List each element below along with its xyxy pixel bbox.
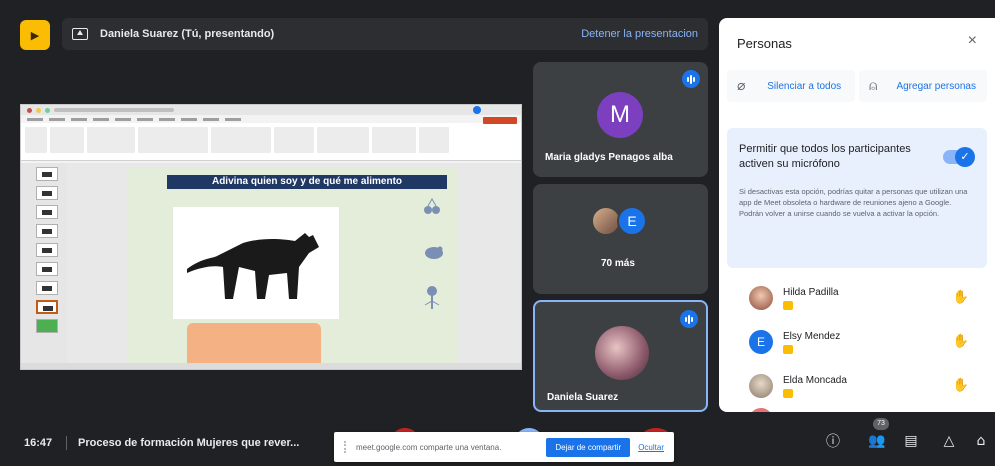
- meet-badge-icon: [783, 344, 793, 354]
- mute-all-label: Silenciar a todos: [767, 80, 842, 92]
- slide-thumbnail: [36, 167, 58, 181]
- activities-icon[interactable]: △: [938, 430, 960, 452]
- hand-icon[interactable]: ✋: [953, 378, 969, 393]
- list-item[interactable]: Elda Moncada ✋: [727, 364, 987, 408]
- ppt-titlebar: [21, 105, 521, 115]
- self-tile[interactable]: Daniela Suarez: [533, 300, 708, 412]
- slide-thumbnail: [36, 281, 58, 295]
- add-people-button[interactable]: ⍝ Agregar personas: [859, 70, 987, 102]
- mouse-icon: [423, 243, 443, 261]
- clock: 16:47: [24, 437, 53, 449]
- hand-icon[interactable]: ✋: [953, 290, 969, 305]
- mic-permission-section: Permitir que todos los participantes act…: [727, 128, 987, 268]
- plant-icon: [423, 285, 441, 309]
- slide-thumbnail: [36, 186, 58, 200]
- more-participants-tile[interactable]: E 70 más: [533, 184, 708, 294]
- avatar: E: [617, 206, 647, 236]
- info-icon[interactable]: ⓘ: [822, 430, 844, 452]
- slide-thumbnail: [36, 224, 58, 238]
- panel-title: Personas: [737, 36, 792, 51]
- chat-icon[interactable]: ▤: [900, 430, 922, 452]
- ppt-statusbar: [21, 363, 521, 369]
- hand-icon[interactable]: ✋: [953, 334, 969, 349]
- divider: [66, 436, 67, 450]
- sound-wave-icon: [680, 310, 698, 328]
- avatar: [749, 408, 773, 412]
- meet-logo-icon: ▶: [20, 20, 50, 50]
- add-people-label: Agregar personas: [896, 80, 976, 92]
- participant-count-badge: 73: [873, 418, 889, 430]
- list-item[interactable]: E Elsy Mendez ✋: [727, 320, 987, 364]
- avatar: [749, 286, 773, 310]
- sound-wave-icon: [682, 70, 700, 88]
- cherry-icon: [423, 197, 441, 215]
- avatar: [595, 326, 649, 380]
- mic-permission-note: Si desactivas esta opción, podrías quita…: [739, 187, 968, 218]
- ppt-share-icon: [483, 117, 517, 124]
- participant-list: Hilda Padilla ✋ E Elsy Mendez ✋ Elda Mon…: [727, 276, 987, 412]
- people-icon[interactable]: 👥: [866, 430, 888, 452]
- participant-name: Maria gladys Penagos alba: [545, 152, 673, 163]
- list-item[interactable]: Hilda Padilla ✋: [727, 276, 987, 320]
- people-panel: Personas × ⌀ Silenciar a todos ⍝ Agregar…: [719, 18, 995, 412]
- answer-box: [187, 323, 321, 363]
- avatar: E: [749, 330, 773, 354]
- presenting-bar: Daniela Suarez (Tú, presentando) Detener…: [62, 18, 708, 50]
- drag-handle-icon[interactable]: [344, 441, 348, 453]
- slide-thumbnail: [36, 205, 58, 219]
- slide-thumbnail-selected: [36, 300, 58, 314]
- mic-off-icon: ⌀: [737, 78, 746, 94]
- avatar: M: [597, 92, 643, 138]
- slide-thumbnail: [36, 262, 58, 276]
- slide-canvas: Adivina quien soy y de qué me alimento: [127, 167, 457, 363]
- ppt-ribbon: [21, 123, 521, 161]
- participant-name: Elsy Mendez: [783, 330, 841, 342]
- lock-icon[interactable]: ⌂: [970, 430, 992, 452]
- share-notice-text: meet.google.com comparte una ventana.: [356, 442, 502, 452]
- present-icon: [72, 28, 88, 40]
- animal-silhouette-image: [173, 207, 339, 319]
- mute-all-button[interactable]: ⌀ Silenciar a todos: [727, 70, 855, 102]
- participant-name: Hilda Padilla: [783, 286, 839, 298]
- meeting-title: Proceso de formación Mujeres que rever..…: [78, 437, 300, 449]
- ppt-tabs: [21, 115, 521, 123]
- hide-link[interactable]: Ocultar: [638, 443, 664, 452]
- avatar: [749, 374, 773, 398]
- stop-sharing-button[interactable]: Dejar de compartir: [546, 437, 631, 457]
- slide-thumbnail: [36, 319, 58, 333]
- participant-tile[interactable]: M Maria gladys Penagos alba: [533, 62, 708, 177]
- presenter-label: Daniela Suarez (Tú, presentando): [100, 28, 275, 40]
- slide-thumbnail: [36, 243, 58, 257]
- screen-share-notice: meet.google.com comparte una ventana. De…: [334, 432, 674, 462]
- close-icon[interactable]: ×: [968, 32, 977, 50]
- more-count: 70 más: [601, 258, 635, 269]
- mic-permission-label: Permitir que todos los participantes act…: [739, 143, 911, 170]
- shared-screen: Adivina quien soy y de qué me alimento: [20, 104, 522, 370]
- person-add-icon: ⍝: [869, 78, 878, 94]
- meet-badge-icon: [783, 388, 793, 398]
- slide-title: Adivina quien soy y de qué me alimento: [167, 175, 447, 189]
- mic-permission-toggle[interactable]: [943, 147, 975, 167]
- list-item[interactable]: [727, 408, 987, 412]
- stop-presenting-button[interactable]: Detener la presentacion: [581, 28, 698, 40]
- slide-thumbnails: [21, 163, 67, 365]
- participant-name: Daniela Suarez: [547, 392, 619, 403]
- meet-badge-icon: [783, 300, 793, 310]
- participant-name: Elda Moncada: [783, 374, 847, 386]
- ppt-user-icon: [473, 106, 481, 114]
